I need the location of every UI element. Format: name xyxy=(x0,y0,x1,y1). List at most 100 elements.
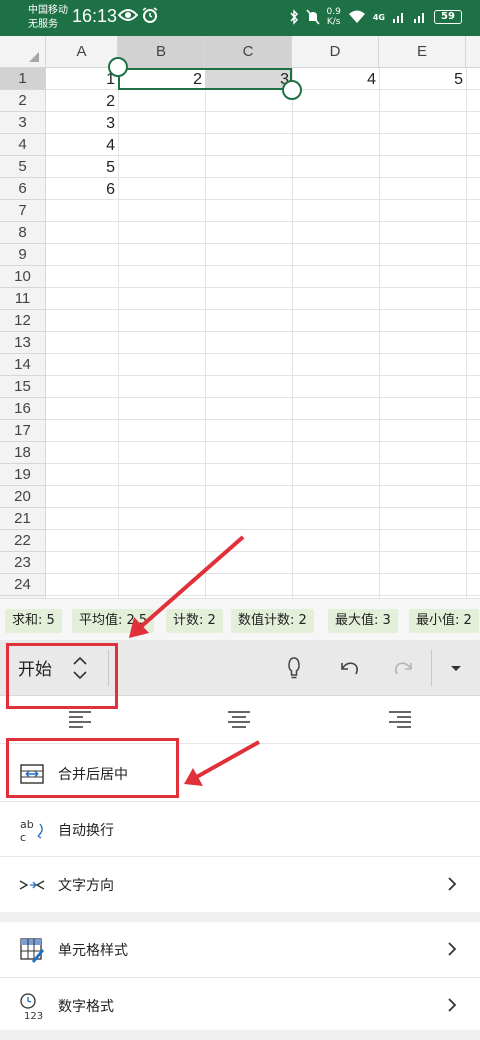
menu-wrap-text[interactable]: ab c 自动换行 xyxy=(0,802,480,857)
row-header-8[interactable]: 8 xyxy=(0,222,46,244)
grid-line xyxy=(46,375,480,376)
row-header-9[interactable]: 9 xyxy=(0,244,46,266)
stat-min[interactable]: 最小值: 2 xyxy=(409,609,479,633)
signal-type-label: 4G xyxy=(372,12,385,22)
row-header-7[interactable]: 7 xyxy=(0,200,46,222)
text-direction-icon xyxy=(19,880,45,890)
menu-number-format[interactable]: 123 数字格式 xyxy=(0,978,480,1033)
grid-line xyxy=(46,551,480,552)
row-header-6[interactable]: 6 xyxy=(0,178,46,200)
row-header-12[interactable]: 12 xyxy=(0,310,46,332)
carrier-name: 中国移动 xyxy=(28,5,68,16)
row-header-2[interactable]: 2 xyxy=(0,90,46,112)
menu-cell-styles-label: 单元格样式 xyxy=(58,943,128,959)
row-header-19[interactable]: 19 xyxy=(0,464,46,486)
column-header-b[interactable]: B xyxy=(118,36,205,68)
grid-line xyxy=(46,331,480,332)
wrap-text-icon: ab c xyxy=(20,818,43,844)
stat-max[interactable]: 最大值: 3 xyxy=(328,609,398,633)
row-header-5[interactable]: 5 xyxy=(0,156,46,178)
service-status: 无服务 xyxy=(28,19,58,30)
section-gap xyxy=(0,1030,480,1040)
column-header-e[interactable]: E xyxy=(379,36,466,68)
redo-icon[interactable] xyxy=(389,653,419,683)
cell-styles-icon xyxy=(20,938,44,963)
row-header-20[interactable]: 20 xyxy=(0,486,46,508)
number-format-icon: 123 xyxy=(20,993,43,1020)
row-header-11[interactable]: 11 xyxy=(0,288,46,310)
selection-handle-start[interactable] xyxy=(108,57,128,77)
select-all-icon xyxy=(29,52,39,62)
menu-cell-styles[interactable]: 单元格样式 xyxy=(0,922,480,977)
stat-sum[interactable]: 求和: 5 xyxy=(5,609,62,633)
grid-line xyxy=(46,529,480,530)
row-header-21[interactable]: 21 xyxy=(0,508,46,530)
grid-line xyxy=(466,68,467,598)
ribbon-separator xyxy=(431,650,432,686)
row-header-16[interactable]: 16 xyxy=(0,398,46,420)
column-header-f[interactable] xyxy=(466,36,480,68)
undo-icon[interactable] xyxy=(334,653,364,683)
grid-line xyxy=(46,507,480,508)
cell-a6[interactable]: 6 xyxy=(46,178,118,200)
net-speed-unit: K/s xyxy=(326,17,341,27)
status-summary-bar: 求和: 5 平均值: 2.5 计数: 2 数值计数: 2 最大值: 3 最小值:… xyxy=(0,598,480,640)
row-header-22[interactable]: 22 xyxy=(0,530,46,552)
cell-a1[interactable]: 1 xyxy=(46,68,118,90)
align-left-icon[interactable] xyxy=(67,709,93,731)
signal-bars-2-icon xyxy=(414,13,424,23)
grid-line xyxy=(46,353,480,354)
cell-d1[interactable]: 4 xyxy=(292,68,379,90)
stat-average[interactable]: 平均值: 2.5 xyxy=(72,609,155,633)
grid-line xyxy=(118,68,119,598)
grid-line xyxy=(46,441,480,442)
grid-line xyxy=(46,595,480,596)
align-center-icon[interactable] xyxy=(226,709,252,731)
status-bar: 中国移动 无服务 16:13 0.9 K/s 4G 59 xyxy=(0,0,480,36)
annotation-box-home-tab xyxy=(6,643,118,709)
cell-a4[interactable]: 4 xyxy=(46,134,118,156)
row-header-24[interactable]: 24 xyxy=(0,574,46,596)
annotation-box-merge-center xyxy=(6,738,179,798)
row-header-17[interactable]: 17 xyxy=(0,420,46,442)
stat-count[interactable]: 计数: 2 xyxy=(166,609,223,633)
section-gap xyxy=(0,912,480,922)
cell-a2[interactable]: 2 xyxy=(46,90,118,112)
row-header-18[interactable]: 18 xyxy=(0,442,46,464)
grid-line xyxy=(46,397,480,398)
mute-bell-icon xyxy=(305,9,320,25)
align-right-icon[interactable] xyxy=(387,709,413,731)
row-header-15[interactable]: 15 xyxy=(0,376,46,398)
status-icons: 0.9 K/s 4G 59 xyxy=(289,7,462,27)
grid-line xyxy=(46,243,480,244)
battery-icon: 59 xyxy=(434,10,462,24)
row-header-3[interactable]: 3 xyxy=(0,112,46,134)
select-all-corner[interactable] xyxy=(0,36,46,68)
column-header-c[interactable]: C xyxy=(205,36,292,68)
row-header-13[interactable]: 13 xyxy=(0,332,46,354)
chevron-right-icon xyxy=(448,877,457,891)
net-speed: 0.9 K/s xyxy=(327,7,341,27)
chevron-right-icon xyxy=(448,998,457,1012)
bluetooth-icon xyxy=(289,9,298,25)
selection-handle-end[interactable] xyxy=(282,80,302,100)
row-header-1[interactable]: 1 xyxy=(0,68,46,90)
cell-a5[interactable]: 5 xyxy=(46,156,118,178)
column-header-d[interactable]: D xyxy=(292,36,379,68)
carrier-info: 中国移动 无服务 xyxy=(28,4,68,32)
column-header-a[interactable]: A xyxy=(46,36,118,68)
row-header-10[interactable]: 10 xyxy=(0,266,46,288)
grid-line xyxy=(46,309,480,310)
row-header-23[interactable]: 23 xyxy=(0,552,46,574)
row-header-4[interactable]: 4 xyxy=(0,134,46,156)
row-header-14[interactable]: 14 xyxy=(0,354,46,376)
stat-numeric-count[interactable]: 数值计数: 2 xyxy=(231,609,314,633)
cell-e1[interactable]: 5 xyxy=(379,68,466,90)
wifi-icon xyxy=(348,10,365,23)
lightbulb-icon[interactable] xyxy=(279,653,309,683)
dropdown-icon[interactable] xyxy=(441,653,471,683)
cell-a3[interactable]: 3 xyxy=(46,112,118,134)
spreadsheet-grid[interactable]: A B C D E 1 2 3 4 5 6 7 8 9 10 11 12 13 14 15 16 17 18 19 2… xyxy=(0,36,480,598)
selection-range[interactable] xyxy=(118,68,292,90)
menu-text-direction[interactable]: 文字方向 xyxy=(0,857,480,912)
